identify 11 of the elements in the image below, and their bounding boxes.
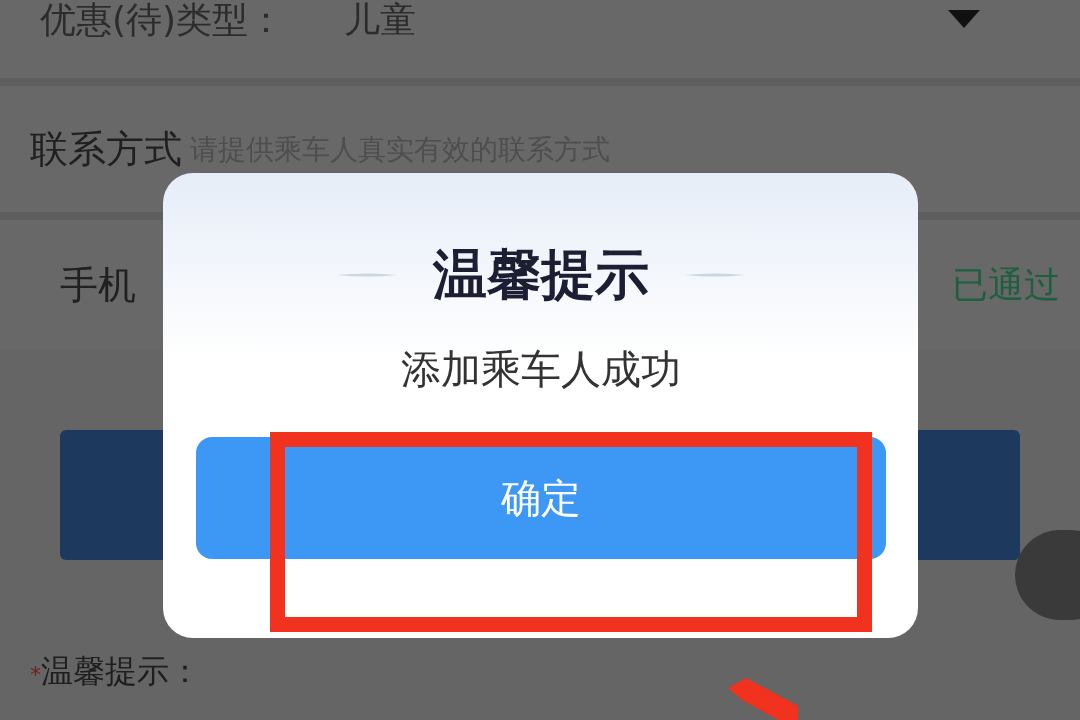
notice-label: 温馨提示： xyxy=(41,651,201,692)
discount-type-label: 优惠(待)类型： xyxy=(40,0,285,40)
verification-status: 已通过 xyxy=(952,262,1060,307)
phone-label: 手机 xyxy=(60,261,136,309)
contact-label: 联系方式 xyxy=(30,125,182,173)
dialog-title: 温馨提示 xyxy=(432,242,649,308)
required-marker: * xyxy=(30,662,41,687)
arrow-annotation xyxy=(728,678,798,720)
discount-type-value[interactable]: 儿童 xyxy=(344,0,417,40)
dropdown-caret-icon[interactable] xyxy=(948,10,980,28)
dialog-message: 添加乘车人成功 xyxy=(400,345,681,394)
